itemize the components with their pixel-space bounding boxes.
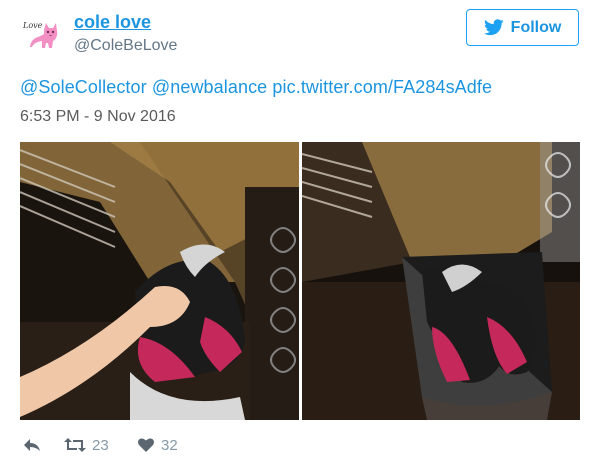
user-handle[interactable]: @ColeBeLove — [74, 37, 177, 55]
avatar-love-text: Love — [22, 21, 43, 30]
heart-icon — [138, 438, 154, 452]
retweet-count: 23 — [92, 436, 109, 454]
retweet-icon — [64, 438, 86, 452]
photo-right[interactable] — [302, 142, 580, 420]
retweet-button[interactable]: 23 — [64, 434, 109, 456]
tweet-text: @SoleCollector @newbalance pic.twitter.c… — [20, 77, 492, 98]
user-name[interactable]: cole love — [74, 12, 151, 33]
reply-icon — [24, 439, 40, 451]
mention-solecollector[interactable]: @SoleCollector — [20, 77, 147, 97]
like-button[interactable]: 32 — [137, 434, 178, 456]
pink-cat-avatar-image: Love — [20, 10, 64, 54]
mention-newbalance[interactable]: @newbalance — [152, 77, 267, 97]
twitter-bird-icon — [483, 19, 504, 36]
follow-label: Follow — [510, 18, 562, 36]
reply-button[interactable] — [22, 434, 42, 456]
embedded-tweet: Love cole love @ColeBeLove Follow @SoleC… — [0, 0, 600, 476]
photo-left-image — [20, 142, 299, 420]
like-count: 32 — [161, 436, 178, 454]
photo-left[interactable] — [20, 142, 299, 420]
pic-link[interactable]: pic.twitter.com/FA284sAdfe — [272, 77, 492, 97]
photo-right-image — [302, 142, 580, 420]
follow-button[interactable]: Follow — [466, 9, 579, 46]
avatar[interactable]: Love — [20, 10, 64, 54]
tweet-timestamp[interactable]: 6:53 PM - 9 Nov 2016 — [20, 108, 176, 126]
